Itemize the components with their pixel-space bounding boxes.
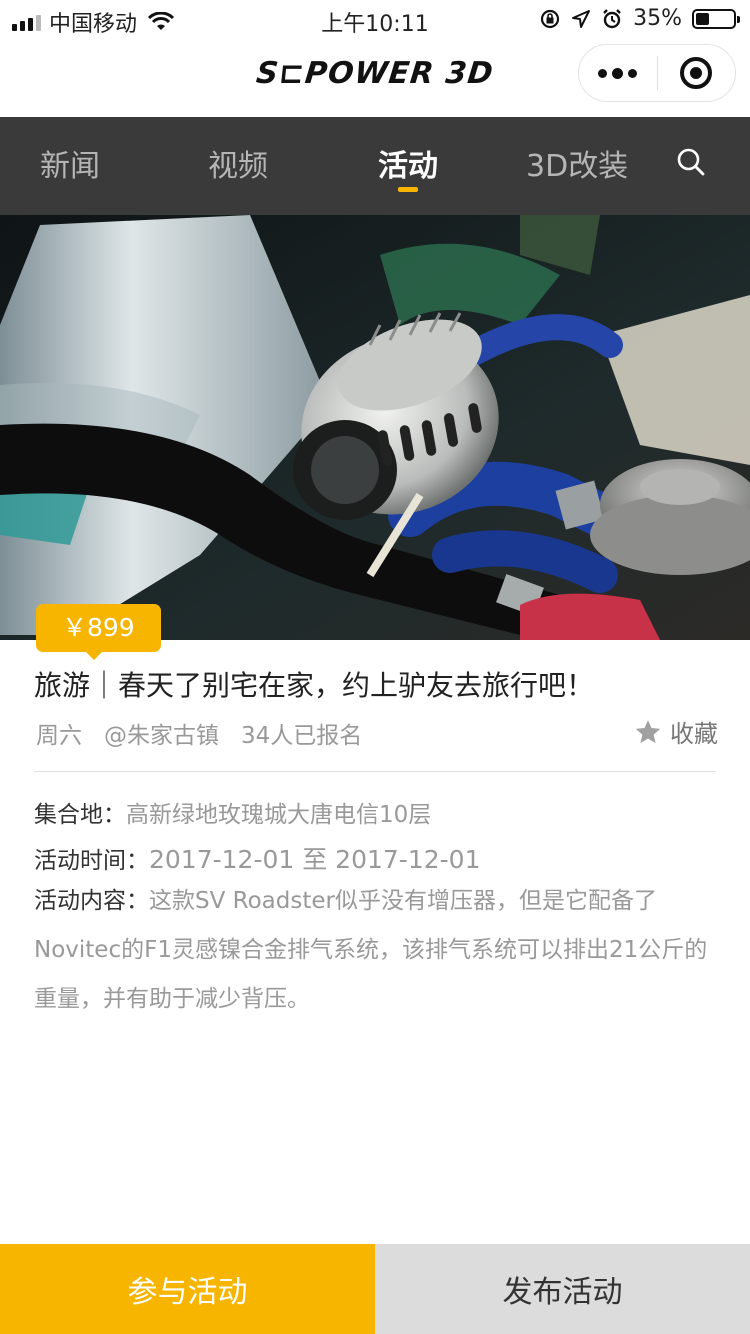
location-icon bbox=[572, 9, 591, 28]
close-miniprogram-button[interactable] bbox=[658, 45, 736, 101]
publish-event-button[interactable]: 发布活动 bbox=[375, 1244, 750, 1334]
bottom-action-bar: 参与活动 发布活动 bbox=[0, 1244, 750, 1334]
tab-events[interactable]: 活动 bbox=[378, 141, 438, 192]
more-button[interactable] bbox=[579, 45, 657, 101]
join-event-button[interactable]: 参与活动 bbox=[0, 1244, 375, 1334]
tab-label: 活动 bbox=[378, 149, 438, 184]
event-time-row: 活动时间：2017-12-01 至 2017-12-01 bbox=[34, 840, 724, 876]
category-tab-bar: 新闻 视频 活动 3D改装 bbox=[0, 117, 750, 215]
event-title: 旅游｜春天了别宅在家，约上驴友去旅行吧！ bbox=[34, 669, 595, 702]
event-content-row: 活动内容：这款SV Roadster似乎没有增压器，但是它配备了Novitec的… bbox=[34, 877, 724, 1024]
event-time-label: 活动时间： bbox=[34, 848, 149, 874]
status-right: 35% bbox=[539, 6, 740, 31]
star-icon bbox=[635, 719, 661, 743]
alarm-icon bbox=[603, 8, 621, 28]
more-icon-dot bbox=[628, 68, 638, 78]
event-location: @朱家古镇 bbox=[104, 723, 219, 749]
meeting-place-label: 集合地： bbox=[34, 802, 126, 828]
favorite-button[interactable]: 收藏 bbox=[634, 714, 718, 749]
active-tab-indicator bbox=[398, 187, 418, 192]
tab-label: 视频 bbox=[208, 149, 268, 184]
status-bar: 中国移动 上午10:11 35% bbox=[0, 0, 750, 40]
tab-label: 3D改装 bbox=[526, 149, 629, 184]
more-icon-dot bbox=[612, 67, 624, 79]
engine-bay-illustration bbox=[0, 215, 750, 640]
event-time-value: 2017-12-01 至 2017-12-01 bbox=[149, 845, 481, 874]
tab-3d-mod[interactable]: 3D改装 bbox=[526, 141, 628, 185]
event-signup-count: 34人已报名 bbox=[241, 723, 363, 749]
tab-label: 新闻 bbox=[40, 149, 100, 184]
app-header: S⊏POWER 3D bbox=[0, 40, 750, 117]
tab-video[interactable]: 视频 bbox=[208, 141, 268, 185]
section-divider bbox=[34, 771, 716, 772]
event-day: 周六 bbox=[36, 723, 82, 749]
meeting-place-value: 高新绿地玫瑰城大唐电信10层 bbox=[126, 802, 432, 828]
event-cover-image bbox=[0, 215, 750, 640]
event-meta: 周六 @朱家古镇 34人已报名 bbox=[36, 716, 362, 750]
meeting-place-row: 集合地：高新绿地玫瑰城大唐电信10层 bbox=[34, 795, 724, 829]
more-icon bbox=[598, 68, 608, 78]
battery-icon bbox=[692, 8, 740, 29]
close-miniprogram-icon bbox=[680, 57, 713, 89]
tab-news[interactable]: 新闻 bbox=[40, 141, 100, 185]
event-content-label: 活动内容： bbox=[34, 888, 149, 914]
favorite-label: 收藏 bbox=[670, 720, 718, 748]
battery-percent: 35% bbox=[633, 6, 682, 31]
battery-fill bbox=[696, 12, 709, 25]
miniprogram-capsule bbox=[578, 44, 736, 102]
price-tag: ￥899 bbox=[36, 604, 161, 660]
search-icon[interactable] bbox=[676, 147, 706, 177]
orientation-lock-icon bbox=[540, 9, 560, 28]
